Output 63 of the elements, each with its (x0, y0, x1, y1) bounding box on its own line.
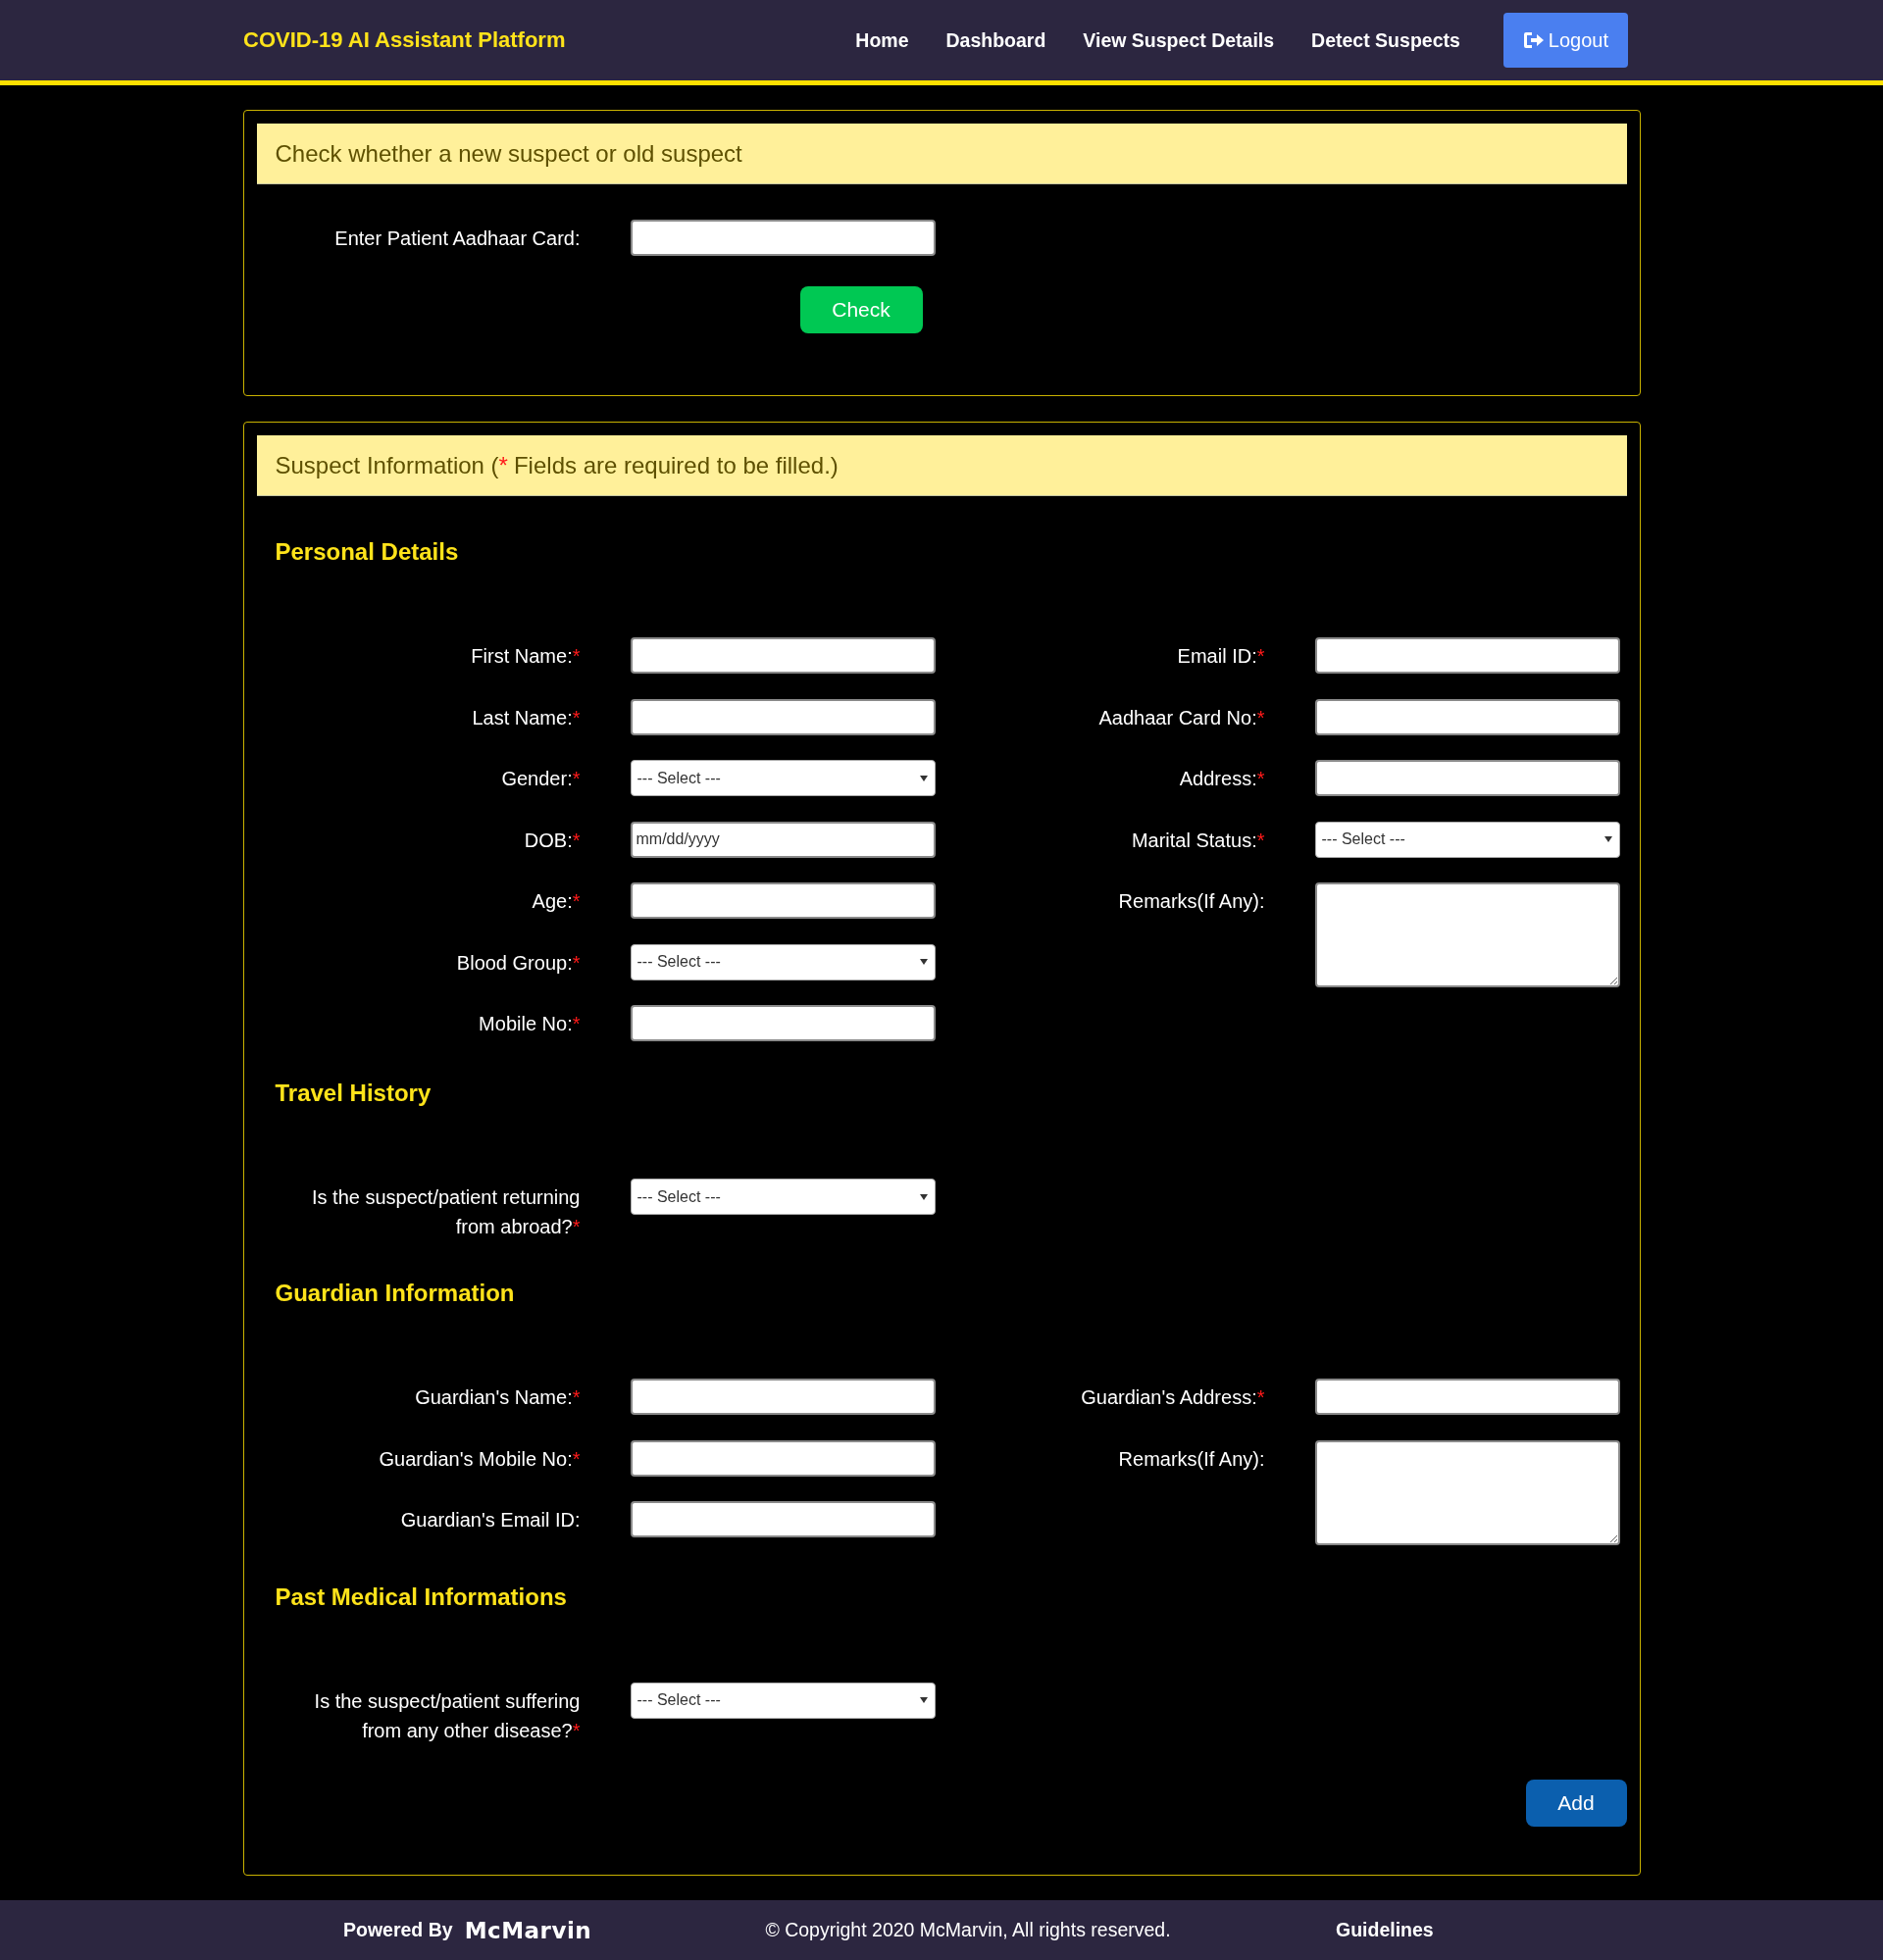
field-label: Mobile No:* (479, 1012, 581, 1036)
text-field[interactable] (630, 1501, 936, 1537)
guidelines-link[interactable]: Guidelines (1336, 1919, 1883, 1941)
field-label: Guardian's Mobile No:* (379, 1446, 581, 1472)
card-header: Check whether a new suspect or old suspect (256, 124, 1627, 184)
field-label: Age:* (532, 889, 581, 914)
dropdown[interactable]: --- Select --- (630, 1179, 936, 1215)
text-field[interactable] (630, 637, 936, 674)
brand-logo: McMarvin (464, 1917, 592, 1943)
caret-icon (919, 1193, 928, 1200)
text-field[interactable] (630, 1379, 936, 1415)
nav-link[interactable]: Detect Suspects (1311, 28, 1460, 52)
field-label: Email ID:* (1177, 644, 1265, 669)
logout-button[interactable]: Logout (1502, 13, 1628, 68)
dropdown[interactable]: --- Select --- (630, 760, 936, 796)
field-label: Address:* (1179, 767, 1265, 791)
text-field[interactable] (630, 698, 936, 735)
section-title: Personal Details (275, 537, 460, 567)
text-field[interactable] (630, 882, 936, 919)
caret-icon (919, 1697, 928, 1703)
text-area[interactable] (1314, 1439, 1620, 1545)
field-label: First Name:* (471, 644, 581, 669)
field-label: Enter Patient Aadhaar Card: (334, 226, 581, 251)
field-label: Guardian's Email ID: (400, 1508, 581, 1533)
field-label: Marital Status:* (1131, 828, 1265, 853)
section-title: Guardian Information (275, 1279, 516, 1308)
field-label: Last Name:* (472, 705, 581, 730)
section-title: Travel History (275, 1079, 433, 1108)
dropdown[interactable]: --- Select --- (630, 1682, 936, 1719)
field-label: DOB:* (524, 828, 581, 853)
dropdown[interactable]: --- Select --- (630, 943, 936, 980)
nav-link[interactable]: Dashboard (945, 28, 1046, 52)
logout-icon (1522, 31, 1545, 49)
text-field[interactable] (630, 1005, 936, 1041)
field-label: Gender:* (501, 767, 581, 791)
field-label: Is the suspect/patient suffering from any other disease?* (313, 1688, 581, 1743)
text-field[interactable] (1314, 637, 1620, 674)
caret-icon (919, 775, 928, 781)
field-label: Blood Group:* (456, 950, 581, 976)
dropdown[interactable]: --- Select --- (1314, 821, 1620, 858)
text-field[interactable] (1314, 760, 1620, 796)
date-field[interactable]: mm/dd/yyyy (630, 821, 936, 858)
add-button[interactable]: Add (1525, 1779, 1627, 1827)
text-field[interactable] (1314, 1379, 1620, 1415)
text-field[interactable] (630, 1439, 936, 1477)
nav-link[interactable]: Home (855, 28, 909, 52)
brand-title: COVID-19 AI Assistant Platform (243, 27, 566, 53)
field-label: Is the suspect/patient returning from abroad?* (311, 1185, 581, 1239)
caret-icon (1603, 836, 1612, 842)
card-header: Suspect Information (* Fields are required to be filled.) (256, 435, 1627, 496)
field-label: Remarks(If Any): (1118, 1446, 1265, 1472)
field-label: Aadhaar Card No:* (1098, 705, 1265, 730)
copyright-text: © Copyright 2020 McMarvin, All rights reserved. (765, 1919, 1171, 1941)
text-area[interactable] (1314, 882, 1620, 987)
caret-icon (919, 959, 928, 965)
section-title: Past Medical Informations (275, 1582, 568, 1612)
field-label: Guardian's Address:* (1081, 1385, 1265, 1410)
field-label: Remarks(If Any): (1118, 889, 1265, 914)
powered-by-text: Powered By (343, 1919, 453, 1941)
field-label: Guardian's Name:* (415, 1385, 581, 1410)
text-field[interactable] (1314, 698, 1620, 735)
text-field[interactable] (630, 220, 936, 256)
nav-link[interactable]: View Suspect Details (1083, 28, 1275, 52)
